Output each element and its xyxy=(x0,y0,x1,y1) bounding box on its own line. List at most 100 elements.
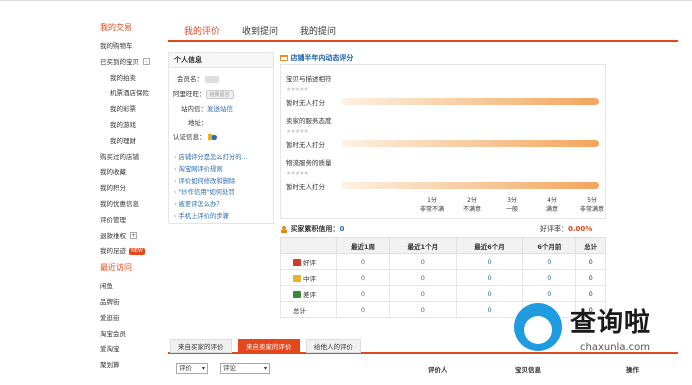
sidebar-item[interactable]: 淘宝会员 xyxy=(100,327,162,343)
rating-scale-label: 4分 满意 xyxy=(537,195,567,213)
tab-received-questions[interactable]: 收到提问 xyxy=(242,24,278,37)
credit-column-header xyxy=(280,237,337,254)
sidebar-item[interactable]: 退款维权 + xyxy=(100,229,162,245)
sidebar-item[interactable]: 我的彩票 xyxy=(100,102,162,118)
tab-my-reviews[interactable]: 我的评价 xyxy=(184,24,221,42)
member-name-blurred xyxy=(205,75,219,83)
tab-from-buyers[interactable]: 来自买家的评价 xyxy=(170,339,232,353)
credit-cell[interactable]: 0 xyxy=(455,301,524,318)
sidebar: 我的交易 我的购物车 已买到的宝贝 - 我的拍卖 机票酒店保险 我的彩票 我的游戏 我的理财 购买… xyxy=(100,22,162,374)
sidebar-item-label: 淘宝会员 xyxy=(100,329,126,338)
tab-from-sellers[interactable]: 来自卖家的评价 xyxy=(238,339,300,353)
sidebar-item[interactable]: 机票酒店保险 xyxy=(100,86,162,102)
rating-filter-select[interactable]: 评价 ▾ xyxy=(176,363,208,374)
buyer-icon xyxy=(281,226,287,233)
credit-cell[interactable]: 0 xyxy=(455,285,524,302)
credit-cell[interactable]: 0 xyxy=(336,253,390,270)
rating-item-label: 宝贝与描述相符 xyxy=(286,75,332,83)
rating-gradient-bar xyxy=(341,140,599,147)
tab-to-others[interactable]: 给他人的评价 xyxy=(306,339,361,353)
scale-score: 1分 xyxy=(427,197,437,204)
chevron-down-icon: ▾ xyxy=(201,365,205,372)
sidebar-item[interactable]: 闲鱼 xyxy=(100,279,162,295)
credit-cell[interactable]: 0 xyxy=(336,285,390,302)
send-site-message-link[interactable]: 发送站信 xyxy=(207,105,233,113)
credit-row-label-text: 中评 xyxy=(303,274,316,283)
top-border xyxy=(0,0,692,4)
new-badge: NEW xyxy=(129,247,145,255)
sidebar-item[interactable]: 我的拍卖 xyxy=(100,71,162,87)
sidebar-item[interactable]: 我的收藏 xyxy=(100,165,162,181)
buyer-credit: 买家累积信用：0 xyxy=(280,224,344,234)
faq-link[interactable]: 店铺评分是怎么打分的… xyxy=(174,152,248,164)
sidebar-section-title: 我的交易 xyxy=(100,23,132,32)
sidebar-item-label: 我的优惠信息 xyxy=(100,199,139,208)
credit-cell[interactable]: 0 xyxy=(388,301,457,318)
scale-desc: 非常不满 xyxy=(419,206,444,213)
sidebar-item-label: 爱淘宝 xyxy=(100,345,120,354)
collapse-icon[interactable]: - xyxy=(143,58,150,66)
sidebar-item[interactable]: 购买过的店铺 xyxy=(100,150,162,166)
sidebar-item[interactable]: 聚划算 xyxy=(100,358,162,374)
rating-item: 卖家的服务态度 ★★★★★ 暂时无人打分 xyxy=(286,115,332,149)
sidebar-item[interactable]: 我的购物车 xyxy=(100,39,162,55)
evaluator-header: 评价人 xyxy=(428,366,448,374)
sidebar-item[interactable]: 已买到的宝贝 - xyxy=(100,55,162,71)
credit-row-label: 好评 xyxy=(280,253,337,270)
wangwang-message-button[interactable]: 给我留言 xyxy=(205,89,234,99)
credit-cell[interactable]: 0 xyxy=(522,253,577,270)
credit-cell[interactable]: 0 xyxy=(388,269,457,286)
rating-gradient-bar xyxy=(341,98,599,105)
cert-row: 认证信息： xyxy=(173,131,217,142)
expand-icon[interactable]: + xyxy=(130,232,137,240)
buyer-credit-label: 买家累积信用： xyxy=(290,225,340,233)
magnifier-icon xyxy=(514,303,562,351)
rating-item-label: 物流服务的质量 xyxy=(286,159,332,167)
sidebar-item-label: 我的彩票 xyxy=(110,105,136,114)
credit-cell[interactable]: 0 xyxy=(522,269,577,286)
credit-cell[interactable]: 0 xyxy=(336,269,390,286)
wangwang-row: 阿里旺旺： 给我留言 xyxy=(173,88,234,99)
scale-score: 3分 xyxy=(507,197,517,204)
sidebar-item-label: 我的足迹 xyxy=(100,247,126,256)
sidebar-item[interactable]: 爱淘宝 xyxy=(100,342,162,358)
sidebar-item[interactable]: 我的理财 xyxy=(100,134,162,150)
faq-link[interactable]: "炒作信用"如何处罚 xyxy=(174,187,248,199)
sidebar-item[interactable]: 我的优惠信息 xyxy=(100,197,162,213)
credit-cell[interactable]: 0 xyxy=(455,253,524,270)
faq-link[interactable]: 评价如何修改和删除 xyxy=(174,176,248,188)
credit-column-header: 6个月前 xyxy=(522,237,577,254)
sidebar-item-label: 我的拍卖 xyxy=(110,73,136,82)
sidebar-section-title: 最近访问 xyxy=(100,263,132,273)
comment-filter-select[interactable]: 评论 ▾ xyxy=(220,363,270,374)
scale-score: 4分 xyxy=(547,197,557,204)
credit-cell[interactable]: 0 xyxy=(336,301,390,318)
faq-link[interactable]: 被差评怎么办？ xyxy=(174,199,248,211)
comment-filter-value: 评论 xyxy=(223,364,236,372)
buyer-credit-value[interactable]: 0 xyxy=(339,225,344,233)
red-rating-icon xyxy=(293,259,301,266)
rating-scale-label: 1分非常不满 xyxy=(417,195,447,213)
sidebar-item-label: 已买到的宝贝 xyxy=(100,57,139,66)
sidebar-item[interactable]: 我的游戏 xyxy=(100,118,162,134)
credit-cell[interactable]: 0 xyxy=(455,269,524,286)
credit-cell[interactable]: 0 xyxy=(388,253,457,270)
sidebar-item[interactable]: 我的足迹 NEW xyxy=(100,244,162,260)
certification-icon xyxy=(207,133,217,140)
scale-score: 5分 xyxy=(587,197,597,204)
tab-my-questions[interactable]: 我的提问 xyxy=(300,24,336,37)
rating-item-label: 卖家的服务态度 xyxy=(286,117,332,125)
credit-row-label-text: 好评 xyxy=(303,258,316,267)
wangwang-label: 阿里旺旺： xyxy=(173,90,206,98)
shop-icon xyxy=(280,55,288,61)
credit-cell[interactable]: 0 xyxy=(388,285,457,302)
rating-status: 暂时无人打分 xyxy=(286,99,325,107)
sidebar-item[interactable]: 爱逛街 xyxy=(100,311,162,327)
sidebar-item[interactable]: 评价管理 xyxy=(100,213,162,229)
sidebar-item[interactable]: 品牌街 xyxy=(100,295,162,311)
personal-info-panel: 个人信息 会员名： 阿里旺旺：给我留言 站内信：发送站信 地址： 认证信息： 店… xyxy=(168,52,274,224)
sidebar-item[interactable]: 我的积分 xyxy=(100,181,162,197)
sidebar-item-label: 评价管理 xyxy=(100,215,126,224)
faq-link[interactable]: 手机上评价的步骤 xyxy=(174,211,248,223)
faq-link[interactable]: 淘宝网评价规则 xyxy=(174,164,248,176)
